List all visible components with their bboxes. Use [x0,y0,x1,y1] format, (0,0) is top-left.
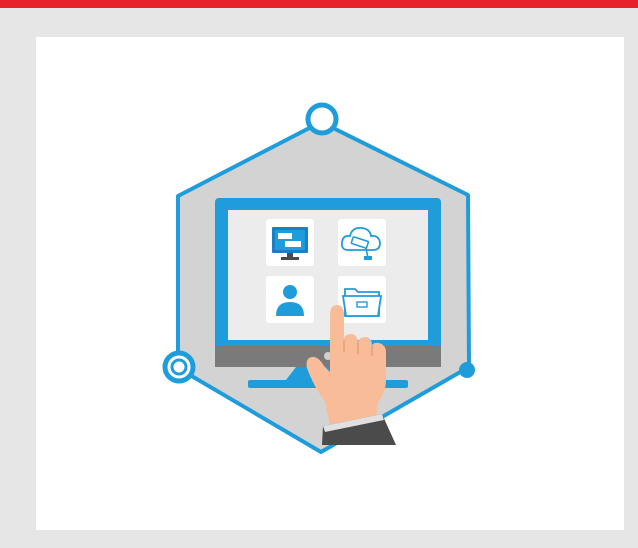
node-ring-icon [162,350,196,384]
node-ring-icon [305,102,339,136]
node-dot-icon [459,362,475,378]
remote-desktop-icon [266,219,314,266]
cloud-camera-icon [338,219,386,266]
remote-access-illustration [162,102,475,454]
monitor-icon [215,198,441,388]
folder-icon [338,276,386,323]
user-icon [266,276,314,323]
